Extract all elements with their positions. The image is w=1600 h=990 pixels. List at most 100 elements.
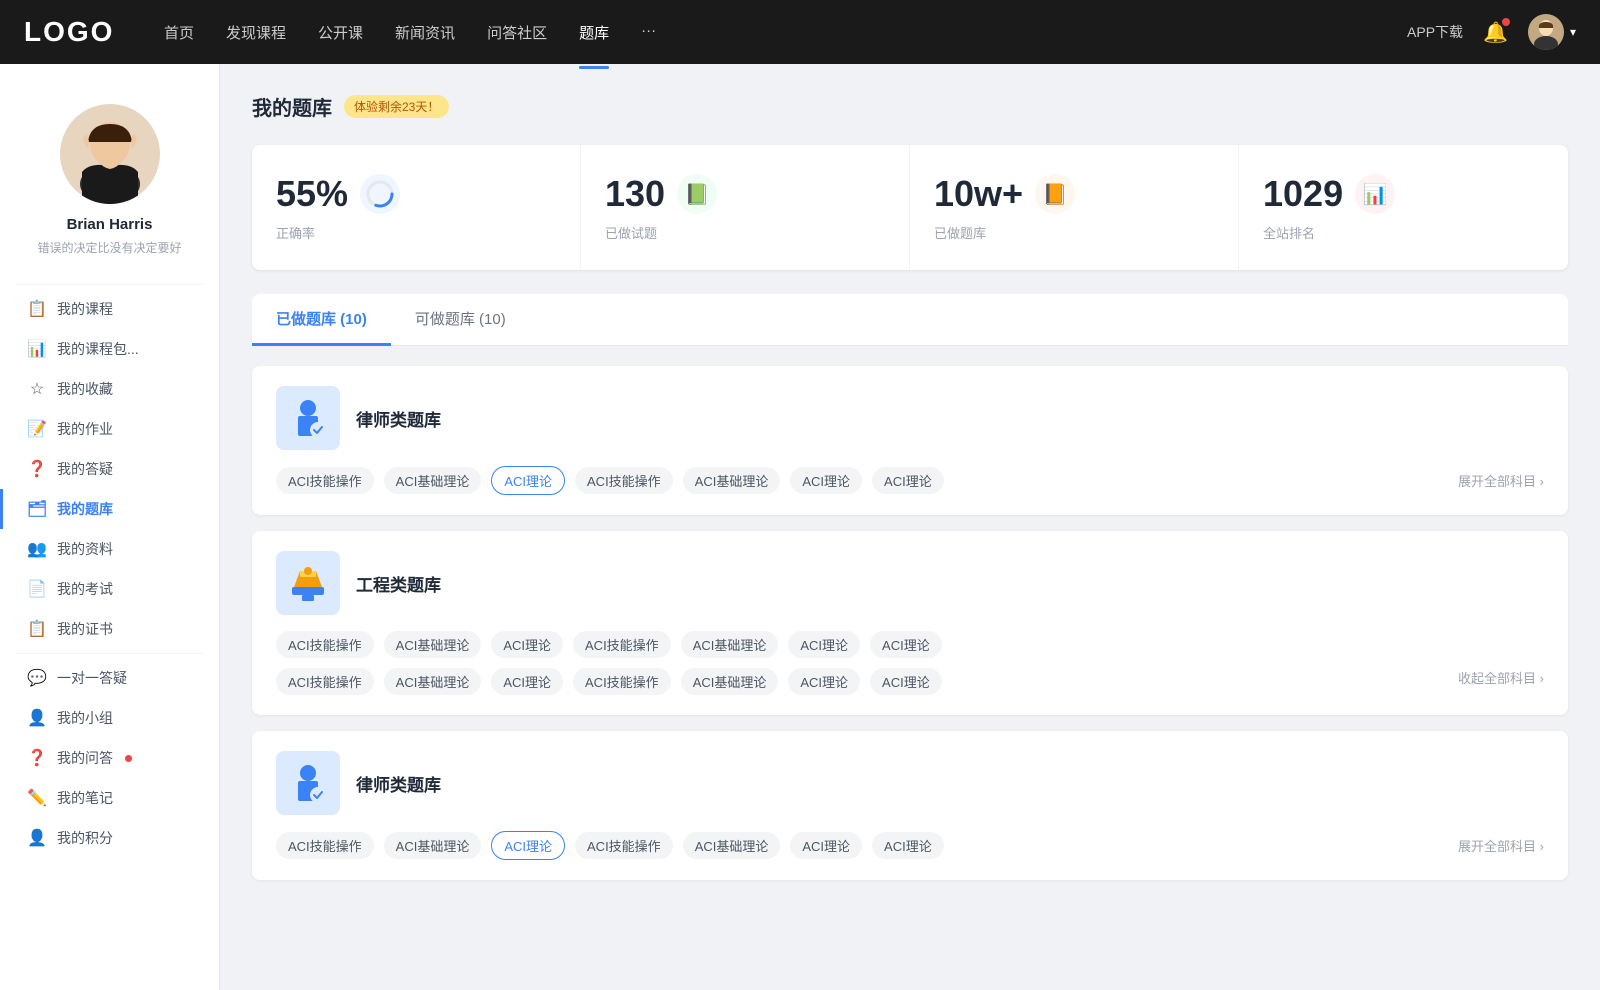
sidebar-item-course-package[interactable]: 📊 我的课程包...: [0, 329, 219, 369]
expand-link-lawyer-1[interactable]: 展开全部科目 ›: [1458, 471, 1544, 490]
nav-open-course[interactable]: 公开课: [318, 18, 363, 47]
stat-accuracy: 55% 正确率: [252, 145, 581, 270]
tag-e2-t5[interactable]: ACI基础理论: [681, 668, 779, 695]
bank-name-lawyer-1: 律师类题库: [356, 406, 441, 431]
page-header: 我的题库 体验剩余23天！: [252, 92, 1568, 121]
tab-available[interactable]: 可做题库 (10): [391, 294, 530, 346]
sidebar-item-profile[interactable]: 👥 我的资料: [0, 529, 219, 569]
tag-l1-t4[interactable]: ACI技能操作: [575, 467, 673, 494]
tag-l2-t7[interactable]: ACI理论: [872, 832, 944, 859]
sidebar-item-question-bank[interactable]: 🗂 我的题库: [0, 489, 219, 529]
notification-bell[interactable]: 🔔: [1483, 20, 1508, 45]
sidebar-item-exam[interactable]: 📄 我的考试: [0, 569, 219, 609]
tag-l1-t3[interactable]: ACI理论: [491, 466, 565, 495]
tag-l1-t5[interactable]: ACI基础理论: [683, 467, 781, 494]
bank-card-engineer-header: 工程类题库: [276, 551, 1544, 615]
sidebar-item-cert[interactable]: 📋 我的证书: [0, 609, 219, 649]
nav-more[interactable]: ···: [641, 18, 656, 47]
sidebar-item-points[interactable]: 👤 我的积分: [0, 818, 219, 858]
stat-questions: 130 📗 已做试题: [581, 145, 910, 270]
tag-e1-t4[interactable]: ACI技能操作: [573, 631, 671, 658]
bank-card-engineer: 工程类题库 ACI技能操作 ACI基础理论 ACI理论 ACI技能操作 ACI基…: [252, 531, 1568, 715]
qa-dot: [125, 755, 132, 762]
star-icon: ☆: [27, 379, 47, 399]
sidebar-item-my-qa-label: 我的问答: [57, 748, 113, 768]
sidebar-item-question[interactable]: ❓ 我的答疑: [0, 449, 219, 489]
user-avatar-button[interactable]: ▾: [1528, 14, 1576, 50]
trial-badge: 体验剩余23天！: [344, 95, 449, 118]
sidebar-item-group[interactable]: 👤 我的小组: [0, 698, 219, 738]
sidebar-divider-1: [16, 284, 203, 285]
sidebar-profile: Brian Harris 错误的决定比没有决定要好: [0, 84, 219, 280]
tag-e2-t6[interactable]: ACI理论: [788, 668, 860, 695]
nav-question-bank[interactable]: 题库: [579, 18, 609, 47]
nav-qa[interactable]: 问答社区: [487, 18, 547, 47]
expand-link-lawyer-2[interactable]: 展开全部科目 ›: [1458, 836, 1544, 855]
tag-l1-t6[interactable]: ACI理论: [790, 467, 862, 494]
bank-card-lawyer-1-header: 律师类题库: [276, 386, 1544, 450]
tag-l2-t6[interactable]: ACI理论: [790, 832, 862, 859]
cert-icon: 📋: [27, 619, 47, 639]
sidebar-item-favorites-label: 我的收藏: [57, 379, 113, 399]
sidebar-item-question-bank-label: 我的题库: [57, 499, 113, 519]
bank-card-lawyer-2-header: 律师类题库: [276, 751, 1544, 815]
tag-e1-t3[interactable]: ACI理论: [491, 631, 563, 658]
app-download-link[interactable]: APP下载: [1407, 22, 1463, 42]
lawyer-icon-1: [276, 386, 340, 450]
bank-tabs: 已做题库 (10) 可做题库 (10): [252, 294, 1568, 346]
stat-banks: 10w+ 📙 已做题库: [910, 145, 1239, 270]
sidebar-item-one-on-one[interactable]: 💬 一对一答疑: [0, 658, 219, 698]
stat-banks-top: 10w+ 📙: [934, 173, 1214, 215]
stat-accuracy-top: 55%: [276, 173, 556, 215]
main-content: 我的题库 体验剩余23天！ 55% 正确率: [220, 64, 1600, 990]
tag-l2-t2[interactable]: ACI基础理论: [384, 832, 482, 859]
bank-card-lawyer-1: 律师类题库 ACI技能操作 ACI基础理论 ACI理论 ACI技能操作 ACI基…: [252, 366, 1568, 515]
sidebar-item-notes-label: 我的笔记: [57, 788, 113, 808]
stat-ranking-value: 1029: [1263, 173, 1343, 215]
group-icon: 👤: [27, 708, 47, 728]
sidebar-divider-2: [16, 653, 203, 654]
tag-e1-t6[interactable]: ACI理论: [788, 631, 860, 658]
sidebar-item-my-qa[interactable]: ❓ 我的问答: [0, 738, 219, 778]
tag-e2-t3[interactable]: ACI理论: [491, 668, 563, 695]
sidebar-item-notes[interactable]: ✏️ 我的笔记: [0, 778, 219, 818]
tag-e2-t7[interactable]: ACI理论: [870, 668, 942, 695]
sidebar-motto: 错误的决定比没有决定要好: [16, 239, 203, 256]
sidebar-item-points-label: 我的积分: [57, 828, 113, 848]
bank-name-engineer: 工程类题库: [356, 571, 441, 596]
page-title: 我的题库: [252, 92, 332, 121]
tag-l2-t1[interactable]: ACI技能操作: [276, 832, 374, 859]
sidebar-item-exam-label: 我的考试: [57, 579, 113, 599]
tag-e1-t1[interactable]: ACI技能操作: [276, 631, 374, 658]
tag-l2-t4[interactable]: ACI技能操作: [575, 832, 673, 859]
notes-icon: ✏️: [27, 788, 47, 808]
qa-icon: ❓: [27, 748, 47, 768]
stat-ranking: 1029 📊 全站排名: [1239, 145, 1568, 270]
tag-e1-t5[interactable]: ACI基础理论: [681, 631, 779, 658]
nav-news[interactable]: 新闻资讯: [395, 18, 455, 47]
notification-dot: [1502, 18, 1510, 26]
nav-home[interactable]: 首页: [164, 18, 194, 47]
stats-panel: 55% 正确率 130 📗: [252, 145, 1568, 270]
nav-discover[interactable]: 发现课程: [226, 18, 286, 47]
tag-l1-t7[interactable]: ACI理论: [872, 467, 944, 494]
collapse-link-engineer[interactable]: 收起全部科目 ›: [1458, 668, 1544, 695]
tag-l2-t5[interactable]: ACI基础理论: [683, 832, 781, 859]
tag-e2-t2[interactable]: ACI基础理论: [384, 668, 482, 695]
tab-done[interactable]: 已做题库 (10): [252, 294, 391, 346]
logo: LOGO: [24, 16, 124, 48]
tag-e2-t4[interactable]: ACI技能操作: [573, 668, 671, 695]
tag-e2-t1[interactable]: ACI技能操作: [276, 668, 374, 695]
ranking-icon: 📊: [1355, 174, 1395, 214]
tag-e1-t7[interactable]: ACI理论: [870, 631, 942, 658]
tag-l2-t3[interactable]: ACI理论: [491, 831, 565, 860]
tag-e1-t2[interactable]: ACI基础理论: [384, 631, 482, 658]
tag-l1-t1[interactable]: ACI技能操作: [276, 467, 374, 494]
sidebar-item-my-course[interactable]: 📋 我的课程: [0, 289, 219, 329]
tag-l1-t2[interactable]: ACI基础理论: [384, 467, 482, 494]
bank-tags-engineer-row1: ACI技能操作 ACI基础理论 ACI理论 ACI技能操作 ACI基础理论 AC…: [276, 631, 1544, 658]
sidebar-item-one-on-one-label: 一对一答疑: [57, 668, 127, 688]
sidebar-item-favorites[interactable]: ☆ 我的收藏: [0, 369, 219, 409]
bank-tags-lawyer-2: ACI技能操作 ACI基础理论 ACI理论 ACI技能操作 ACI基础理论 AC…: [276, 831, 1544, 860]
sidebar-item-homework[interactable]: 📝 我的作业: [0, 409, 219, 449]
